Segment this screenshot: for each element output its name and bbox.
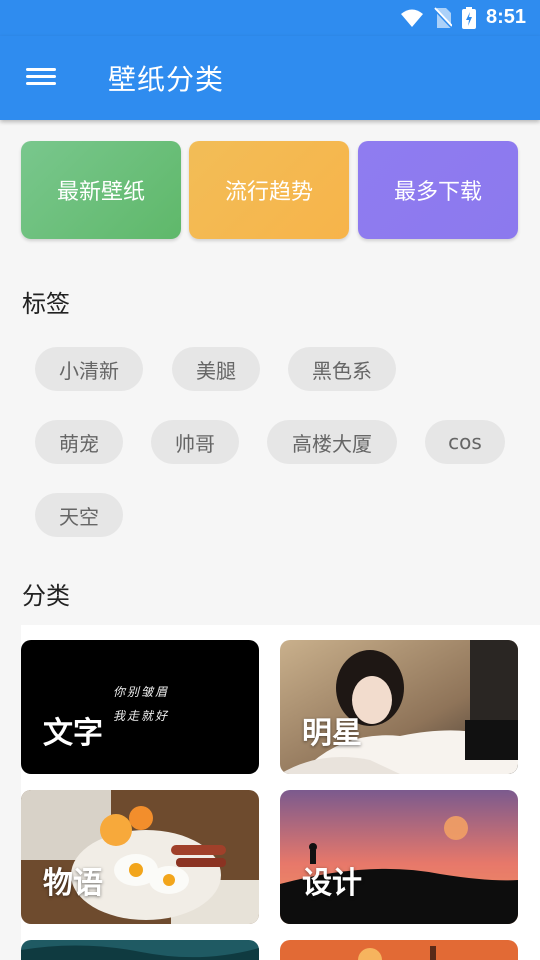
- category-label: 设计: [302, 866, 362, 901]
- latest-wallpapers-button[interactable]: 最新壁纸: [21, 141, 181, 239]
- tag-chip[interactable]: 天空: [35, 493, 123, 537]
- tags-heading: 标签: [22, 290, 70, 318]
- category-card-design[interactable]: 设计: [280, 790, 518, 924]
- tag-chip[interactable]: 高楼大厦: [267, 420, 397, 464]
- category-card-star[interactable]: 明星: [280, 640, 518, 774]
- page-title: 壁纸分类: [108, 63, 225, 96]
- tag-chip[interactable]: 小清新: [35, 347, 143, 391]
- menu-icon[interactable]: [26, 64, 56, 94]
- no-sim-icon: [433, 6, 452, 29]
- tag-chip[interactable]: cos: [425, 420, 505, 464]
- status-bar: 8:51: [0, 0, 540, 36]
- breakfast-photo: [21, 790, 259, 924]
- category-card-story[interactable]: 物语: [21, 790, 259, 924]
- category-label: 明星: [302, 716, 362, 751]
- tag-chip[interactable]: 萌宠: [35, 420, 123, 464]
- battery-charging-icon: [461, 6, 476, 29]
- wifi-icon: [400, 9, 423, 27]
- category-card-partial[interactable]: [280, 940, 518, 960]
- category-card-partial[interactable]: [21, 940, 259, 960]
- category-label: 文字: [43, 716, 103, 751]
- star-photo: [280, 640, 518, 774]
- trending-button[interactable]: 流行趋势: [189, 141, 349, 239]
- app-bar: 壁纸分类: [0, 36, 540, 120]
- most-downloaded-button[interactable]: 最多下载: [358, 141, 518, 239]
- tag-chip[interactable]: 帅哥: [151, 420, 239, 464]
- status-time: 8:51: [485, 6, 526, 28]
- quick-actions: 最新壁纸 流行趋势 最多下载: [21, 141, 519, 239]
- tag-chip[interactable]: 美腿: [172, 347, 260, 391]
- categories-heading: 分类: [22, 582, 70, 610]
- sunset-photo: [280, 940, 518, 960]
- abstract-photo: [21, 940, 259, 960]
- category-label: 物语: [43, 866, 103, 901]
- category-card-text[interactable]: 你别皱眉 我走就好 文字: [21, 640, 259, 774]
- tag-chip[interactable]: 黑色系: [288, 347, 396, 391]
- quote-text: 你别皱眉 我走就好: [113, 685, 170, 723]
- sunset-landscape: [280, 790, 518, 924]
